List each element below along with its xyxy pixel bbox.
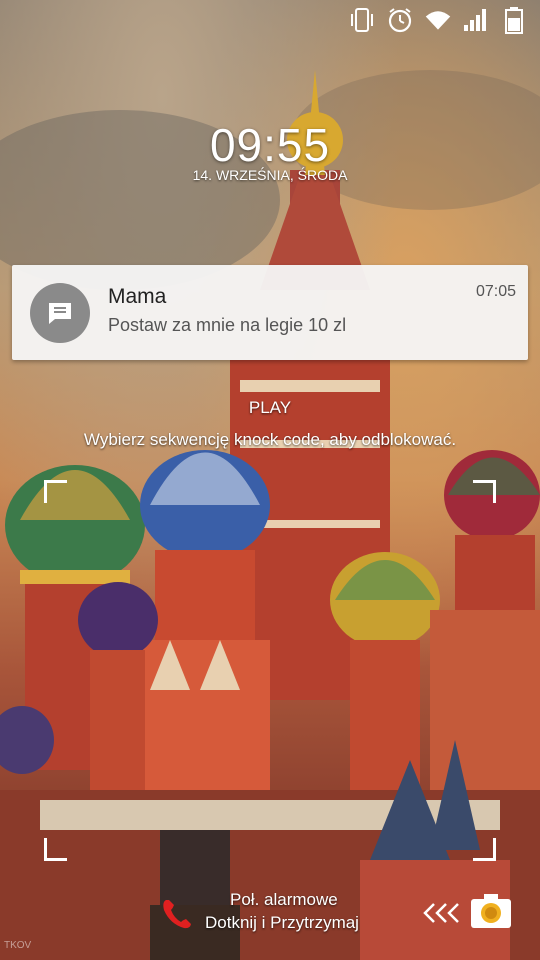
notification-time: 07:05 (475, 283, 516, 300)
owner-label: PLAY (248, 398, 292, 417)
signal-icon (462, 6, 490, 34)
wifi-icon (424, 6, 452, 34)
vibrate-icon (348, 6, 376, 34)
status-bar (0, 0, 540, 40)
notification-title: Mama (108, 285, 167, 308)
emergency-call-button[interactable]: Poł. alarmowe Dotknij i Przytrzymaj (160, 888, 420, 938)
swipe-chevrons-icon (422, 898, 462, 928)
notification-card[interactable]: Mama Postaw za mnie na legie 10 zl 07:05 (12, 265, 528, 360)
knock-code-hint: Wybierz sekwencję knock code, aby odblok… (83, 430, 457, 449)
knock-area-corner-top-right (473, 480, 496, 503)
alarm-clock-icon (386, 6, 414, 34)
battery-icon (500, 6, 528, 34)
knock-area-corner-top-left (44, 480, 67, 503)
emergency-call-hint: Dotknij i Przytrzymaj (205, 913, 359, 932)
lock-clock: 09:55 (209, 119, 331, 171)
emergency-call-label: Poł. alarmowe (230, 890, 338, 909)
lock-date: 14. WRZEŚNIA, ŚRODA (192, 167, 348, 183)
watermark: TKOV (4, 940, 32, 951)
phone-icon (160, 896, 194, 930)
knock-area-corner-bottom-right (473, 838, 496, 861)
message-icon (30, 283, 90, 343)
knock-area-corner-bottom-left (44, 838, 67, 861)
notification-text: Postaw za mnie na legie 10 zl (108, 315, 347, 335)
camera-icon[interactable] (470, 893, 512, 929)
